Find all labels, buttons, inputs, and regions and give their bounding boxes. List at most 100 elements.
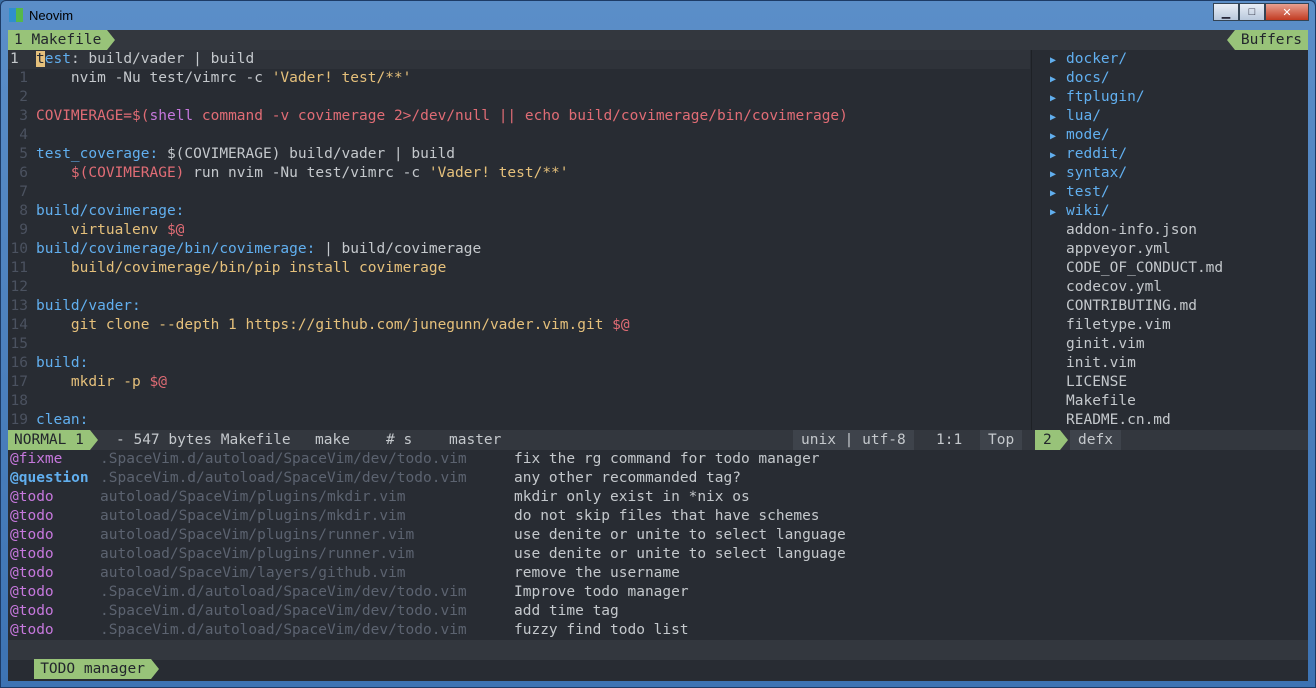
tree-folder[interactable]: ▶ wiki/ xyxy=(1050,202,1110,221)
code-line[interactable]: 1 nvim -Nu test/vimrc -c 'Vader! test/**… xyxy=(8,69,1030,88)
maximize-button[interactable]: □ xyxy=(1239,3,1265,21)
code-line[interactable]: 17 mkdir -p $@ xyxy=(8,373,1030,392)
tree-file[interactable]: CONTRIBUTING.md xyxy=(1050,297,1197,316)
tree-folder[interactable]: ▶ docs/ xyxy=(1050,69,1110,88)
todo-path: .SpaceVim.d/autoload/SpaceVim/dev/todo.v… xyxy=(100,584,467,600)
code-line[interactable]: 16 build: xyxy=(8,354,1030,373)
todo-tag: @question xyxy=(10,470,89,486)
mode-indicator: NORMAL 1 xyxy=(8,430,90,450)
code-line[interactable]: 11 build/covimerage/bin/pip install covi… xyxy=(8,259,1030,278)
tree-folder[interactable]: ▶ test/ xyxy=(1050,183,1110,202)
scroll-position: Top xyxy=(980,430,1023,450)
code-line[interactable]: 13 build/vader: xyxy=(8,297,1030,316)
tree-item-name: docker/ xyxy=(1066,51,1128,67)
todo-item[interactable]: @todo autoload/SpaceVim/plugins/mkdir.vim… xyxy=(8,507,1308,526)
code-token: 'Vader! test/**' xyxy=(271,70,412,86)
code-line[interactable]: 14 git clone --depth 1 https://github.co… xyxy=(8,316,1030,335)
tab-makefile[interactable]: 1 Makefile xyxy=(8,30,108,50)
tree-folder[interactable]: ▶ ftplugin/ xyxy=(1050,88,1145,107)
code-line[interactable]: 7 xyxy=(8,183,1030,202)
code-line[interactable]: 18 xyxy=(8,392,1030,411)
close-button[interactable]: ✕ xyxy=(1265,3,1309,21)
tree-item-name: README.cn.md xyxy=(1066,412,1171,428)
code-line[interactable]: 1 test: build/vader | build xyxy=(8,50,1030,69)
code-line[interactable]: 5 test_coverage: $(COVIMERAGE) build/vade… xyxy=(8,145,1030,164)
tree-item-name: ginit.vim xyxy=(1066,336,1145,352)
todo-item[interactable]: @todo autoload/SpaceVim/layers/github.vim… xyxy=(8,564,1308,583)
todo-tag: @todo xyxy=(10,584,54,600)
filetype: make xyxy=(315,432,350,448)
tree-folder[interactable]: ▶ mode/ xyxy=(1050,126,1110,145)
code-token: nvim -Nu test/vimrc -c xyxy=(36,70,272,86)
caret-right-icon: ▶ xyxy=(1050,55,1057,66)
tree-file[interactable]: appveyor.yml xyxy=(1050,240,1171,259)
tree-folder[interactable]: ▶ lua/ xyxy=(1050,107,1101,126)
tree-file[interactable]: Makefile xyxy=(1050,392,1136,411)
code-line[interactable]: 4 xyxy=(8,126,1030,145)
buffers-label[interactable]: Buffers xyxy=(1234,30,1308,50)
todo-item[interactable]: @todo autoload/SpaceVim/plugins/runner.vi… xyxy=(8,526,1308,545)
code-token: build/covimerage/bin/covimerage: xyxy=(36,241,316,257)
tree-item-name: Makefile xyxy=(1066,393,1136,409)
neovim-window: Neovim ▁ □ ✕ 1 Makefile Buffers 1 test: b… xyxy=(0,0,1316,688)
todo-item[interactable]: @todo autoload/SpaceVim/plugins/mkdir.vim… xyxy=(8,488,1308,507)
tree-file[interactable]: init.vim xyxy=(1050,354,1136,373)
tree-file[interactable]: CODE_OF_CONDUCT.md xyxy=(1050,259,1223,278)
code-line[interactable]: 12 xyxy=(8,278,1030,297)
code-line[interactable]: 8 build/covimerage: xyxy=(8,202,1030,221)
code-token: $@ xyxy=(149,374,167,390)
todo-text: fuzzy find todo list xyxy=(514,622,689,638)
todo-item[interactable]: @fixme .SpaceVim.d/autoload/SpaceVim/dev/… xyxy=(8,450,1308,469)
tree-file[interactable]: ginit.vim xyxy=(1050,335,1145,354)
editor-client: 1 Makefile Buffers 1 test: build/vader | … xyxy=(8,30,1308,681)
todo-item[interactable]: @todo autoload/SpaceVim/plugins/runner.vi… xyxy=(8,545,1308,564)
code-token: mkdir -p xyxy=(36,374,150,390)
line-number: 6 xyxy=(19,165,28,181)
todo-path: autoload/SpaceVim/plugins/mkdir.vim xyxy=(100,489,406,505)
todo-item[interactable]: @todo .SpaceVim.d/autoload/SpaceVim/dev/t… xyxy=(8,621,1308,640)
code-token: build/vader: xyxy=(36,298,141,314)
code-token: run nvim -Nu test/vimrc -c xyxy=(184,165,429,181)
side-window-number: 2 xyxy=(1035,430,1060,450)
code-line[interactable]: 10 build/covimerage/bin/covimerage: | bui… xyxy=(8,240,1030,259)
code-token: virtualenv xyxy=(36,222,167,238)
title-bar: Neovim ▁ □ ✕ xyxy=(1,1,1315,29)
todo-list[interactable]: @fixme .SpaceVim.d/autoload/SpaceVim/dev/… xyxy=(8,450,1308,640)
tree-file[interactable]: README.cn.md xyxy=(1050,411,1171,430)
code-token: : build/vader | build xyxy=(70,51,255,67)
tree-item-name: addon-info.json xyxy=(1066,222,1197,238)
tree-item-name: codecov.yml xyxy=(1066,279,1163,295)
syntax-info: # s xyxy=(386,432,413,448)
code-line[interactable]: 9 virtualenv $@ xyxy=(8,221,1030,240)
tree-folder[interactable]: ▶ docker/ xyxy=(1050,50,1127,69)
code-line[interactable]: 2 xyxy=(8,88,1030,107)
line-number: 5 xyxy=(19,146,28,162)
code-line[interactable]: 6 $(COVIMERAGE) run nvim -Nu test/vimrc … xyxy=(8,164,1030,183)
code-token: test_coverage: xyxy=(36,146,159,162)
tree-item-name: wiki/ xyxy=(1066,203,1110,219)
line-number: 7 xyxy=(19,184,28,200)
tree-item-name: reddit/ xyxy=(1066,146,1128,162)
cursor-position: 1:1 xyxy=(936,432,963,448)
code-line[interactable]: 15 xyxy=(8,335,1030,354)
tree-file[interactable]: LICENSE xyxy=(1050,373,1127,392)
defx-file-tree[interactable]: ▶ docker/ ▶ docs/ ▶ ftplugin/ ▶ lua/ ▶ mode/ ▶ redd… xyxy=(1031,50,1308,430)
line-number: 15 xyxy=(10,336,28,352)
tree-file[interactable]: codecov.yml xyxy=(1050,278,1162,297)
editor-pane[interactable]: 1 test: build/vader | build 1 nvim -Nu tes… xyxy=(8,50,1030,430)
tree-folder[interactable]: ▶ syntax/ xyxy=(1050,164,1127,183)
todo-item[interactable]: @question .SpaceVim.d/autoload/SpaceVim/d… xyxy=(8,469,1308,488)
code-line[interactable]: 19 clean: xyxy=(8,411,1030,430)
tree-file[interactable]: filetype.vim xyxy=(1050,316,1171,335)
minimize-button[interactable]: ▁ xyxy=(1213,3,1239,21)
todo-path: autoload/SpaceVim/plugins/runner.vim xyxy=(100,527,415,543)
todo-item[interactable]: @todo .SpaceVim.d/autoload/SpaceVim/dev/t… xyxy=(8,602,1308,621)
tree-file[interactable]: addon-info.json xyxy=(1050,221,1197,240)
code-line[interactable]: 3 COVIMERAGE=$(shell command -v covimerag… xyxy=(8,107,1030,126)
code-token: shell xyxy=(149,108,194,124)
line-number: 10 xyxy=(10,241,28,257)
tree-folder[interactable]: ▶ reddit/ xyxy=(1050,145,1127,164)
tree-item-name: syntax/ xyxy=(1066,165,1128,181)
todo-item[interactable]: @todo .SpaceVim.d/autoload/SpaceVim/dev/t… xyxy=(8,583,1308,602)
todo-text: use denite or unite to select language xyxy=(514,546,846,562)
